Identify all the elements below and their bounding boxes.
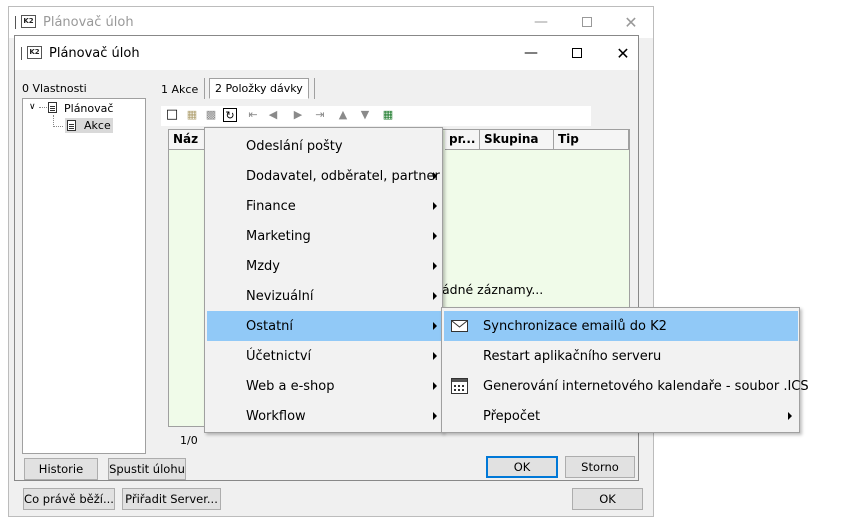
submenu: Synchronizace emailů do K2 Restart aplik… [441, 307, 809, 433]
menu-item-suppliers[interactable]: Dodavatel, odběratel, partner [207, 161, 441, 191]
submenu-item-label: Generování internetového kalendaře - sou… [483, 378, 809, 394]
minimize-icon[interactable]: — [518, 7, 564, 37]
submenu-arrow-icon [433, 412, 437, 420]
refresh-icon[interactable]: ↻ [223, 108, 237, 122]
tree-node-actions[interactable]: Akce [65, 118, 113, 133]
menu-item-payroll[interactable]: Mzdy [207, 251, 441, 281]
last-record-icon[interactable]: ⇥ [313, 108, 327, 122]
document-icon [48, 102, 57, 113]
envelope-icon [451, 320, 468, 332]
assign-server-button[interactable]: Přiřadit Server... [122, 488, 221, 510]
tree-panel[interactable]: ∨ Plánovač Akce [22, 98, 146, 454]
k2-logo-icon: K2 [21, 15, 36, 28]
outer-titlebar[interactable]: K2 Plánovač úloh — ✕ [9, 7, 653, 38]
inner-ok-button[interactable]: OK [486, 456, 558, 478]
tree-line [39, 107, 47, 108]
column-header-pr[interactable]: pr... [445, 130, 480, 150]
menu-item-label: Mzdy [246, 258, 280, 274]
excel-export-icon[interactable]: ▦ [381, 108, 395, 122]
inner-window-title: Plánovač úloh [49, 46, 140, 61]
move-up-icon[interactable]: ▲ [336, 108, 350, 122]
menu-item-label: Dodavatel, odběratel, partner [246, 168, 440, 184]
submenu-item-label: Přepočet [483, 408, 541, 424]
calendar-icon [451, 378, 468, 394]
submenu-item-recalculation[interactable]: Přepočet [444, 401, 798, 431]
tab-divider [314, 78, 315, 99]
menu-item-label: Finance [246, 198, 296, 214]
titlebar-separator [15, 16, 18, 29]
new-record-icon[interactable]: □ [165, 108, 179, 122]
maximize-icon[interactable] [554, 38, 600, 68]
first-record-icon[interactable]: ⇤ [246, 108, 260, 122]
empty-grid-message: ádné záznamy... [442, 282, 544, 297]
menu-item-label: Workflow [246, 408, 306, 424]
menu-item-finance[interactable]: Finance [207, 191, 441, 221]
menu-item-label: Nevizuální [246, 288, 314, 304]
tab-divider [204, 78, 205, 99]
tree-line [53, 126, 63, 127]
move-down-icon[interactable]: ▼ [358, 108, 372, 122]
previous-record-icon[interactable]: ◀ [266, 108, 280, 122]
close-icon[interactable]: ✕ [608, 7, 654, 37]
tab-batch-items[interactable]: 2 Položky dávky [209, 78, 309, 99]
record-count: 1/0 [180, 434, 198, 447]
submenu-arrow-icon [433, 292, 437, 300]
submenu-arrow-icon [433, 352, 437, 360]
submenu-item-restart-server[interactable]: Restart aplikačního serveru [444, 341, 798, 371]
titlebar-separator [21, 47, 24, 60]
menu-item-label: Ostatní [246, 318, 294, 334]
outer-window-title: Plánovač úloh [43, 15, 134, 30]
submenu-item-sync-emails[interactable]: Synchronizace emailů do K2 [444, 311, 798, 341]
menu-item-workflow[interactable]: Workflow [207, 401, 441, 431]
menu-item-web-eshop[interactable]: Web a e-shop [207, 371, 441, 401]
submenu-arrow-icon [433, 262, 437, 270]
menu-item-label: Marketing [246, 228, 311, 244]
menu-item-label: Web a e-shop [246, 378, 335, 394]
menu-item-label: Účetnictví [246, 348, 312, 364]
cancel-button[interactable]: Storno [565, 456, 635, 478]
k2-logo-icon: K2 [27, 46, 42, 59]
submenu-arrow-icon [433, 322, 437, 330]
submenu-item-generate-calendar[interactable]: Generování internetového kalendaře - sou… [444, 371, 809, 401]
submenu-item-label: Restart aplikačního serveru [483, 348, 662, 364]
menu-item-send-mail[interactable]: Odeslání pošty [207, 131, 441, 161]
column-header-group[interactable]: Skupina [480, 130, 554, 150]
next-record-icon[interactable]: ▶ [291, 108, 305, 122]
tree-node-scheduler[interactable]: Plánovač [64, 102, 113, 115]
submenu-arrow-icon [788, 412, 792, 420]
open-folder-icon[interactable]: ▦ [185, 108, 199, 122]
column-header-tip[interactable]: Tip [554, 130, 629, 150]
document-icon [67, 120, 76, 131]
running-tasks-button[interactable]: Co právě běží... [23, 488, 115, 510]
outer-ok-button[interactable]: OK [572, 488, 643, 510]
menu-item-accounting[interactable]: Účetnictví [207, 341, 441, 371]
menu-item-nonvisual[interactable]: Nevizuální [207, 281, 441, 311]
close-icon[interactable]: ✕ [600, 38, 646, 68]
menu-item-label: Odeslání pošty [246, 138, 343, 154]
menu-item-marketing[interactable]: Marketing [207, 221, 441, 251]
delete-icon[interactable]: ▩ [204, 108, 218, 122]
tab-actions[interactable]: 1 Akce [161, 79, 198, 99]
grid-toolbar: □ ▦ ▩ ↻ ⇤ ◀ ▶ ⇥ ▲ ▼ ▦ [161, 106, 591, 126]
chevron-down-icon[interactable]: ∨ [29, 102, 36, 112]
submenu-item-label: Synchronizace emailů do K2 [483, 318, 667, 334]
maximize-icon[interactable] [564, 7, 610, 37]
properties-label: 0 Vlastnosti [22, 82, 87, 95]
inner-titlebar[interactable]: K2 Plánovač úloh — ✕ [15, 36, 638, 70]
history-button[interactable]: Historie [24, 458, 98, 480]
submenu-arrow-icon [433, 382, 437, 390]
run-task-button[interactable]: Spustit úlohu [108, 458, 186, 480]
context-menu: Odeslání pošty Dodavatel, odběratel, par… [204, 127, 443, 433]
submenu-arrow-icon [433, 172, 437, 180]
minimize-icon[interactable]: — [508, 38, 554, 68]
submenu-arrow-icon [433, 232, 437, 240]
tree-node-label: Akce [84, 119, 111, 132]
menu-item-other[interactable]: Ostatní [207, 311, 441, 341]
submenu-arrow-icon [433, 202, 437, 210]
